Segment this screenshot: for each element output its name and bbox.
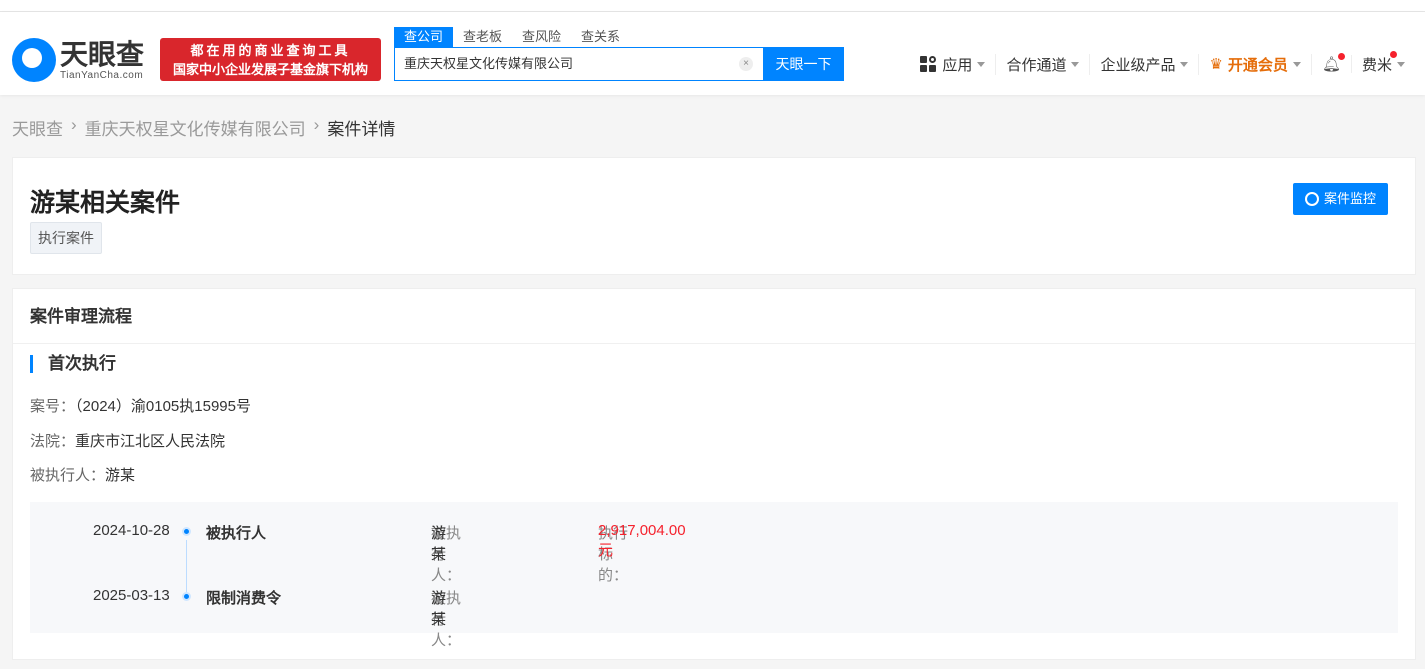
caret-down-icon [1180, 62, 1189, 71]
slogan-line1: 都在用的商业查询工具 [190, 43, 351, 58]
header: 天眼查 TianYanCha.com 都在用的商业查询工具国家中小企业发展子基金旗… [0, 12, 1425, 95]
case-type-tag: 执行案件 [30, 222, 102, 254]
case-header-card: 游某相关案件 执行案件 案件监控 [12, 157, 1416, 275]
monitor-label: 案件监控 [1323, 191, 1376, 206]
logo-text: 天眼查 [60, 38, 145, 70]
nav-enterprise-label: 企业级产品 [1100, 56, 1176, 74]
top-strip [0, 0, 1425, 12]
timeline-node [182, 527, 191, 536]
logo-domain: TianYanCha.com [60, 69, 144, 81]
nav-vip-label: 开通会员 [1227, 56, 1288, 74]
tab-boss[interactable]: 查老板 [453, 27, 512, 47]
party-value: 游某 [431, 590, 447, 628]
amount-value: 2,917,004.00元 [598, 522, 686, 559]
logo[interactable]: 天眼查 TianYanCha.com [12, 38, 144, 82]
breadcrumb-company[interactable]: 重庆天权星文化传媒有限公司 [85, 115, 306, 140]
caret-down-icon [1071, 62, 1080, 71]
search-value: 重庆天权星文化传媒有限公司 [404, 56, 574, 71]
nav-apps[interactable]: 应用 [910, 53, 997, 75]
timeline: 2024-10-28 被执行人 被执行人： 游某 执行标的： 2,917,004.0… [30, 502, 1398, 649]
tab-risk[interactable]: 查风险 [512, 27, 571, 47]
case-monitor-button[interactable]: 案件监控 [1292, 183, 1388, 215]
process-card: 案件审理流程 首次执行 案号：（2024）渝0105执15995号 法院：重庆市… [12, 288, 1416, 660]
nav-channel-label: 合作通道 [1006, 56, 1067, 74]
nav-apps-label: 应用 [942, 56, 973, 74]
timeline-line [186, 540, 187, 594]
slogan-banner: 都在用的商业查询工具国家中小企业发展子基金旗下机构 [160, 38, 381, 81]
info-value: 重庆市江北区人民法院 [75, 433, 226, 450]
court: 法院：重庆市江北区人民法院 [30, 430, 225, 451]
nav-channel[interactable]: 合作通道 [996, 53, 1091, 75]
user-name: 费米 [1361, 56, 1392, 74]
timeline-node [182, 592, 191, 601]
search-input[interactable]: 重庆天权星文化传媒有限公司 × [394, 47, 764, 81]
info-label: 法院： [30, 433, 76, 450]
crown-icon: ♛ [1209, 56, 1223, 73]
user-dot [1389, 50, 1397, 58]
info-value: （2024）渝0105执15995号 [75, 398, 251, 415]
info-value: 游某 [105, 467, 136, 484]
timeline-item: 2024-10-28 被执行人 被执行人： 游某 执行标的： 2,917,004.0… [30, 522, 1398, 584]
info-label: 被执行人： [30, 467, 106, 484]
user-menu[interactable]: 费米 [1352, 50, 1415, 75]
chevron-right-icon: › [313, 115, 320, 134]
section-title: 案件审理流程 [13, 289, 1415, 344]
event-date: 2024-10-28 [93, 522, 170, 539]
logo-icon [12, 38, 56, 82]
caret-down-icon [977, 62, 986, 71]
caret-down-icon [1292, 62, 1301, 71]
tab-company[interactable]: 查公司 [394, 27, 454, 47]
defendant: 被执行人：游某 [30, 464, 135, 485]
nav-enterprise[interactable]: 企业级产品 [1090, 53, 1200, 75]
party-value: 游某 [431, 525, 447, 563]
case-number: 案号：（2024）渝0105执15995号 [30, 395, 251, 416]
event-name: 限制消费令 [206, 590, 282, 607]
camera-icon [1304, 192, 1319, 206]
chevron-right-icon: › [71, 115, 77, 134]
page-title: 游某相关案件 [30, 189, 181, 217]
notification-dot [1337, 53, 1345, 60]
top-nav: 应用 合作通道 企业级产品 ♛ 开通会员 🔔︎ 费米 [910, 50, 1415, 76]
search-button[interactable]: 天眼一下 [763, 47, 844, 81]
slogan-line2: 国家中小企业发展子基金旗下机构 [172, 62, 368, 77]
info-label: 案号： [30, 398, 76, 415]
stage-title: 首次执行 [30, 355, 116, 373]
event-date: 2025-03-13 [93, 587, 170, 604]
search-tabs: 查公司 查老板 查风险 查关系 [394, 27, 630, 47]
breadcrumb: 天眼查 › 重庆天权星文化传媒有限公司 › 案件详情 [12, 115, 395, 140]
tab-relation[interactable]: 查关系 [571, 27, 630, 47]
timeline-item: 2025-03-13 限制消费令 被执行人： 游某 [30, 587, 1398, 649]
caret-down-icon [1397, 62, 1405, 71]
nav-vip[interactable]: ♛ 开通会员 [1199, 53, 1312, 75]
breadcrumb-current: 案件详情 [327, 120, 396, 139]
notification-button[interactable]: 🔔︎ [1312, 53, 1352, 73]
event-name: 被执行人 [206, 525, 267, 542]
apps-icon [920, 56, 937, 72]
breadcrumb-home[interactable]: 天眼查 [12, 115, 63, 140]
clear-icon[interactable]: × [739, 57, 753, 71]
